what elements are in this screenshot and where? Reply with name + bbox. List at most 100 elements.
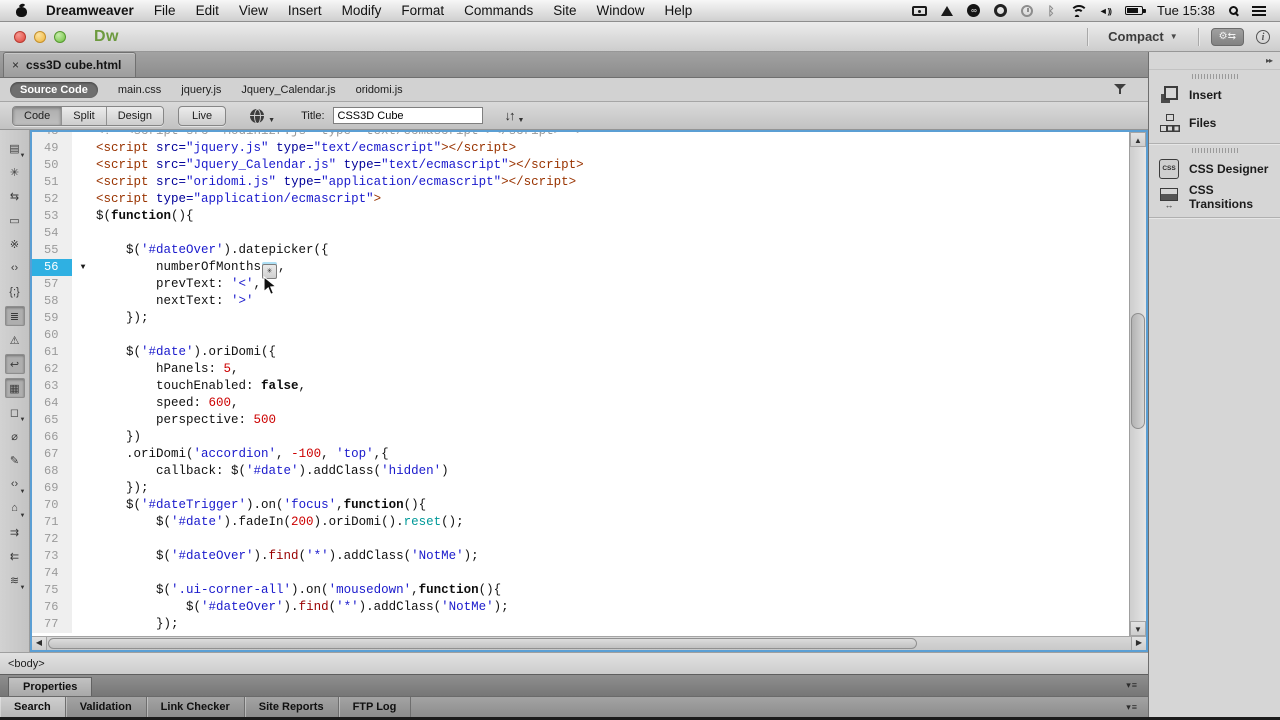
split-view-button[interactable]: Split bbox=[62, 106, 107, 125]
move-css-icon[interactable]: ⌂ ▼ bbox=[5, 498, 25, 519]
results-tab-ftp-log[interactable]: FTP Log bbox=[339, 697, 412, 717]
drive-icon[interactable] bbox=[941, 5, 954, 16]
remove-comment-icon[interactable]: ⌀ bbox=[5, 426, 25, 446]
horizontal-scrollbar[interactable]: ◀ ▶ bbox=[32, 636, 1146, 650]
related-file-main-css[interactable]: main.css bbox=[118, 82, 161, 98]
panel-gripper[interactable] bbox=[1191, 74, 1238, 79]
filter-funnel-icon[interactable] bbox=[1114, 84, 1126, 95]
scroll-right-arrow[interactable]: ▶ bbox=[1131, 637, 1146, 650]
line-numbers-icon[interactable]: ≣ bbox=[4, 306, 25, 326]
vertical-scroll-thumb[interactable] bbox=[1131, 313, 1145, 430]
code-view-button[interactable]: Code bbox=[13, 106, 63, 125]
preview-in-browser-icon[interactable] bbox=[250, 108, 265, 124]
results-tab-validation[interactable]: Validation bbox=[66, 697, 147, 717]
horizontal-scroll-thumb[interactable] bbox=[48, 638, 917, 649]
menu-clock[interactable]: Tue 15:38 bbox=[1157, 3, 1215, 18]
results-tab-site-reports[interactable]: Site Reports bbox=[245, 697, 339, 717]
results-tab-search[interactable]: Search bbox=[0, 697, 66, 717]
highlight-invalid-code-icon[interactable]: ⚠ bbox=[5, 330, 25, 350]
menu-item-dreamweaver[interactable]: Dreamweaver bbox=[36, 3, 144, 18]
related-file-oridomi-js[interactable]: oridomi.js bbox=[356, 82, 403, 98]
line-number: 49 bbox=[32, 140, 72, 157]
code-text: <script src="oridomi.js" type="applicati… bbox=[96, 175, 577, 189]
outdent-code-icon[interactable]: ⇇ bbox=[5, 546, 25, 566]
info-icon[interactable]: i bbox=[1256, 29, 1270, 44]
hidden-characters-icon[interactable]: ▦ bbox=[4, 378, 25, 398]
menu-item-help[interactable]: Help bbox=[654, 3, 702, 18]
volume-icon[interactable] bbox=[1099, 6, 1111, 16]
line-number: 57 bbox=[32, 276, 72, 293]
code-collapse-arrow[interactable]: ▼ bbox=[76, 259, 90, 276]
menu-item-view[interactable]: View bbox=[229, 3, 278, 18]
file-management-icon[interactable]: ↓↑ bbox=[505, 108, 516, 123]
panel-menu-icon[interactable]: ▾≡ bbox=[1126, 680, 1138, 691]
menu-item-site[interactable]: Site bbox=[543, 3, 586, 18]
panel-button-css-transitions[interactable]: CSS Transitions bbox=[1149, 183, 1280, 211]
workspace-switcher[interactable]: Compact ▼ bbox=[1100, 29, 1186, 44]
divider bbox=[1197, 27, 1199, 46]
battery-icon[interactable] bbox=[1124, 6, 1146, 15]
code-editor[interactable]: 48<!--<script src="Modinizr.js" type="te… bbox=[32, 132, 1129, 636]
recent-snippets-icon[interactable]: ‹› ▼ bbox=[5, 474, 26, 495]
wifi-icon[interactable] bbox=[1068, 4, 1088, 17]
notification-center-icon[interactable] bbox=[1252, 5, 1266, 16]
zoom-window-button[interactable] bbox=[54, 30, 66, 43]
collapse-panels-icon[interactable]: ▸▸ bbox=[1149, 52, 1280, 70]
display-icon[interactable] bbox=[912, 5, 928, 16]
files-panel-icon bbox=[1159, 113, 1179, 133]
close-tab-icon[interactable]: × bbox=[12, 58, 19, 72]
menu-item-insert[interactable]: Insert bbox=[278, 3, 332, 18]
sync-settings-button[interactable]: ⚙⇆ bbox=[1210, 27, 1244, 46]
panel-button-css-designer[interactable]: CSS Designer bbox=[1149, 155, 1280, 183]
properties-tab[interactable]: Properties bbox=[8, 677, 93, 696]
apply-comment-icon[interactable]: ◻ ▼ bbox=[5, 402, 26, 424]
document-tab[interactable]: × css3D cube.html bbox=[3, 52, 137, 77]
balance-braces-icon[interactable]: {;} bbox=[5, 282, 25, 302]
vertical-scrollbar[interactable]: ▲ ▼ bbox=[1129, 132, 1146, 636]
panel-gripper[interactable] bbox=[1191, 148, 1238, 153]
related-file-source-code[interactable]: Source Code bbox=[10, 81, 98, 98]
wrap-tag-icon[interactable]: ✎ bbox=[5, 450, 25, 470]
menu-item-modify[interactable]: Modify bbox=[332, 3, 392, 18]
app-ring-icon[interactable] bbox=[994, 4, 1008, 17]
tag-selector-body[interactable]: <body> bbox=[8, 658, 45, 670]
expand-all-icon[interactable]: ※ bbox=[5, 234, 25, 254]
scroll-up-arrow[interactable]: ▲ bbox=[1130, 132, 1146, 147]
live-code-icon[interactable]: ✳ bbox=[5, 162, 25, 182]
menu-item-file[interactable]: File bbox=[144, 3, 186, 18]
scroll-left-arrow[interactable]: ◀ bbox=[32, 637, 47, 650]
document-title-input[interactable] bbox=[332, 107, 483, 124]
creative-cloud-icon[interactable] bbox=[967, 4, 981, 17]
time-machine-icon[interactable] bbox=[1021, 4, 1034, 17]
design-view-button[interactable]: Design bbox=[106, 106, 163, 125]
spotlight-icon[interactable] bbox=[1229, 6, 1238, 15]
code-text: touchEnabled: false, bbox=[96, 379, 307, 393]
open-documents-icon[interactable]: ▤ ▼ bbox=[5, 138, 25, 160]
panel-label: CSS Transitions bbox=[1189, 183, 1254, 211]
indent-code-icon[interactable]: ⇉ bbox=[5, 522, 25, 542]
menu-item-commands[interactable]: Commands bbox=[454, 3, 543, 18]
collapse-full-tag-icon[interactable]: ⇆ bbox=[5, 186, 25, 206]
minimize-window-button[interactable] bbox=[34, 30, 46, 43]
line-number: 72 bbox=[32, 531, 72, 548]
bluetooth-icon[interactable]: ᛒ bbox=[1047, 5, 1054, 17]
menu-item-edit[interactable]: Edit bbox=[186, 3, 229, 18]
related-file-jquery-calendar-js[interactable]: Jquery_Calendar.js bbox=[241, 82, 335, 98]
select-parent-tag-icon[interactable]: ‹› bbox=[5, 258, 25, 278]
panel-button-insert[interactable]: Insert bbox=[1149, 81, 1280, 109]
scroll-down-arrow[interactable]: ▼ bbox=[1130, 621, 1146, 636]
code-line: 57 prevText: '<', bbox=[32, 276, 1129, 293]
menu-item-format[interactable]: Format bbox=[391, 3, 454, 18]
related-file-jquery-js[interactable]: jquery.js bbox=[181, 82, 221, 98]
format-source-code-icon[interactable]: ≋ ▼ bbox=[5, 570, 26, 592]
word-wrap-icon[interactable]: ↩ bbox=[4, 354, 25, 374]
panel-menu-icon[interactable]: ▾≡ bbox=[1126, 702, 1138, 713]
live-view-button[interactable]: Live bbox=[177, 105, 227, 126]
close-window-button[interactable] bbox=[14, 30, 26, 43]
panel-button-files[interactable]: Files bbox=[1149, 109, 1280, 137]
collapse-selection-icon[interactable]: ▭ bbox=[5, 210, 25, 230]
results-tab-link-checker[interactable]: Link Checker bbox=[147, 697, 245, 717]
apple-menu-icon[interactable] bbox=[16, 4, 28, 18]
menu-item-window[interactable]: Window bbox=[586, 3, 654, 18]
